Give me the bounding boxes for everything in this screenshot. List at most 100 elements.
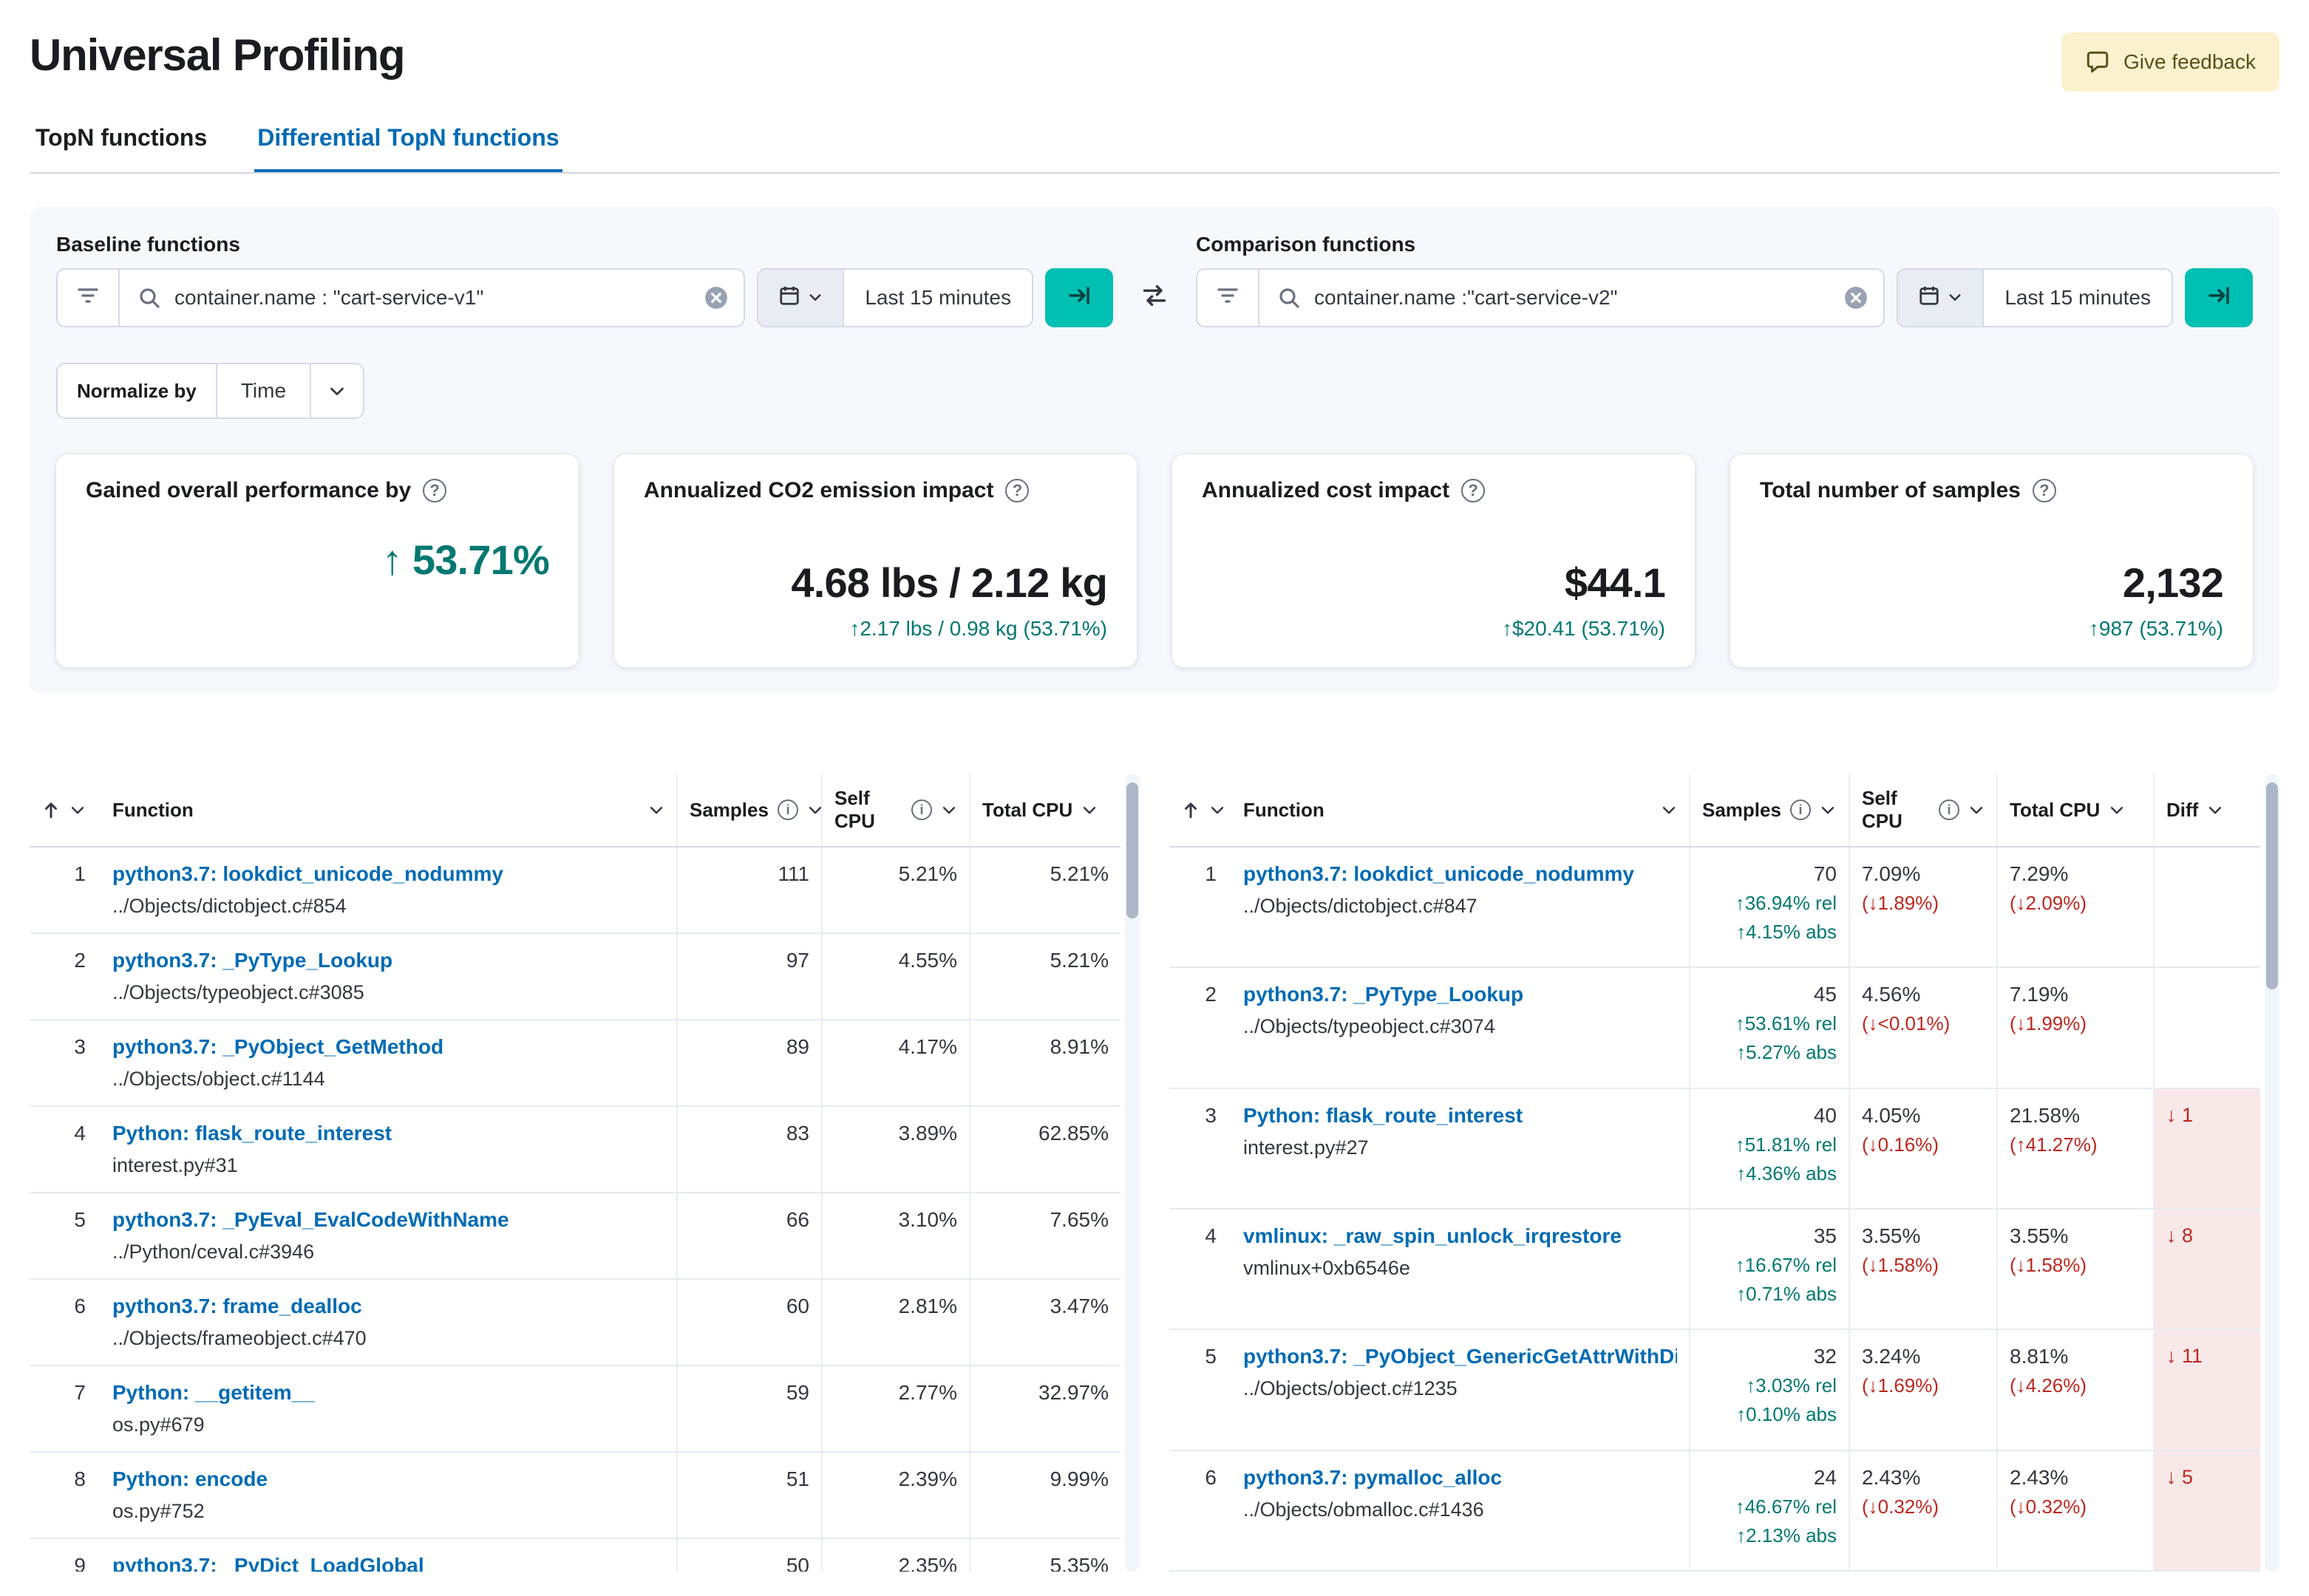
comparison-table-row: 5 python3.7: _PyObject_GenericGetAttrWit…: [1169, 1329, 2260, 1451]
total-cpu-cell: 3.55% (↓1.58%): [1996, 1208, 2154, 1331]
diff-cell: ↓ 8: [2153, 1208, 2260, 1331]
function-link[interactable]: python3.7: pymalloc_alloc: [1243, 1466, 1677, 1490]
function-cell: Python: flask_route_interest interest.py…: [101, 1106, 677, 1193]
row-rank: 2: [30, 933, 101, 1020]
total-cpu-value: 3.55%: [2010, 1224, 2069, 1247]
function-link[interactable]: python3.7: _PyEval_EvalCodeWithName: [112, 1208, 664, 1232]
function-header-label: Function: [1243, 798, 1324, 821]
comparison-table-scrollbar[interactable]: [2265, 774, 2279, 1572]
total-cpu-cell: 21.58% (↑41.27%): [1996, 1088, 2154, 1210]
function-column-header[interactable]: Function: [1231, 774, 1690, 848]
function-link[interactable]: python3.7: _PyObject_GenericGetAttrWithD…: [1243, 1345, 1677, 1368]
function-link[interactable]: Python: __getitem__: [112, 1381, 664, 1405]
info-icon[interactable]: [777, 799, 798, 820]
baseline-header-row: Function Samples Self CPU Total CPU: [30, 774, 1121, 848]
scrollbar-thumb[interactable]: [2266, 782, 2278, 989]
function-link[interactable]: Python: encode: [112, 1467, 664, 1491]
card-title-row: Gained overall performance by: [86, 478, 549, 503]
chevron-down-icon: [1948, 287, 1962, 310]
rank-sort-header[interactable]: [30, 774, 101, 848]
baseline-table-row: 9 python3.7: _PyDict_LoadGlobal 50 2.35%…: [30, 1538, 1121, 1572]
function-link[interactable]: Python: flask_route_interest: [112, 1122, 664, 1145]
samples-header-label: Samples: [1702, 798, 1781, 821]
samples-column-header[interactable]: Samples: [1689, 774, 1849, 848]
comparison-time-range[interactable]: Last 15 minutes: [1984, 270, 2172, 326]
function-link[interactable]: python3.7: lookdict_unicode_nodummy: [112, 862, 664, 886]
total-cpu-delta: (↓0.32%): [2010, 1495, 2087, 1518]
comparison-date-picker-button[interactable]: [1898, 270, 1985, 326]
summary-card: Total number of samples 2,132 ↑987 (53.7…: [1730, 454, 2253, 667]
view-tabs: TopN functions Differential TopN functio…: [30, 98, 2279, 174]
function-link[interactable]: python3.7: lookdict_unicode_nodummy: [1243, 862, 1677, 886]
scrollbar-thumb[interactable]: [1126, 782, 1138, 918]
function-link[interactable]: vmlinux: _raw_spin_unlock_irqrestore: [1243, 1224, 1677, 1248]
baseline-query-input[interactable]: [174, 286, 691, 310]
function-cell: python3.7: pymalloc_alloc ../Objects/obm…: [1231, 1450, 1690, 1572]
baseline-apply-button[interactable]: [1045, 268, 1113, 327]
function-link[interactable]: python3.7: _PyType_Lookup: [112, 949, 664, 972]
comparison-clear-icon[interactable]: [1843, 285, 1868, 310]
function-link[interactable]: python3.7: _PyDict_LoadGlobal: [112, 1554, 664, 1572]
row-rank: 9: [30, 1538, 101, 1572]
calendar-icon: [1918, 284, 1940, 312]
help-icon[interactable]: [1005, 479, 1030, 502]
function-link[interactable]: python3.7: frame_dealloc: [112, 1295, 664, 1318]
help-icon[interactable]: [423, 479, 447, 502]
self-cpu-cell: 5.21%: [821, 847, 970, 934]
page-header: Universal Profiling Give feedback: [30, 0, 2279, 98]
normalize-by-value[interactable]: Time: [217, 364, 310, 417]
tab-differential-topn-functions[interactable]: Differential TopN functions: [254, 115, 562, 172]
row-rank: 2: [1169, 967, 1231, 1089]
baseline-label: Baseline functions: [56, 233, 240, 256]
help-icon[interactable]: [1461, 479, 1486, 502]
chevron-down-icon: [648, 802, 664, 818]
function-link[interactable]: python3.7: _PyObject_GetMethod: [112, 1035, 664, 1059]
samples-delta-abs: ↑2.13% abs: [1736, 1524, 1837, 1546]
samples-delta-abs: ↑4.36% abs: [1736, 1162, 1837, 1184]
comparison-query-input[interactable]: [1314, 286, 1831, 310]
baseline-add-filter-button[interactable]: [56, 268, 118, 327]
total-cpu-delta: (↓2.09%): [2010, 892, 2087, 914]
total-cpu-column-header[interactable]: Total CPU: [969, 774, 1121, 848]
comparison-table-row: 6 python3.7: pymalloc_alloc ../Objects/o…: [1169, 1450, 2260, 1572]
samples-cell: 50: [676, 1538, 822, 1572]
function-link[interactable]: Python: flask_route_interest: [1243, 1104, 1677, 1128]
baseline-date-picker-button[interactable]: [758, 270, 845, 326]
search-icon: [137, 286, 161, 310]
total-cpu-delta: (↑41.27%): [2010, 1133, 2098, 1156]
comparison-apply-button[interactable]: [2185, 268, 2253, 327]
give-feedback-button[interactable]: Give feedback: [2061, 33, 2279, 92]
function-source: interest.py#27: [1243, 1136, 1369, 1159]
swap-queries-button[interactable]: [1122, 268, 1187, 327]
diff-column-header[interactable]: Diff: [2153, 774, 2260, 848]
row-rank: 6: [1169, 1450, 1231, 1572]
function-source: ../Objects/dictobject.c#847: [1243, 895, 1477, 917]
samples-cell: 60: [676, 1279, 822, 1366]
tab-topn-functions[interactable]: TopN functions: [33, 115, 210, 172]
samples-cell: 45 ↑53.61% rel ↑5.27% abs: [1689, 967, 1849, 1089]
function-column-header[interactable]: Function: [101, 774, 677, 848]
info-icon[interactable]: [1939, 799, 1959, 820]
normalize-by-dropdown[interactable]: [310, 364, 363, 417]
self-cpu-column-header[interactable]: Self CPU: [1849, 774, 1997, 848]
baseline-table-row: 1 python3.7: lookdict_unicode_nodummy ..…: [30, 847, 1121, 934]
total-cpu-cell: 32.97%: [969, 1365, 1121, 1453]
info-icon[interactable]: [911, 799, 932, 820]
samples-cell: 59: [676, 1365, 822, 1453]
rank-sort-header[interactable]: [1169, 774, 1231, 848]
help-icon[interactable]: [2032, 479, 2056, 502]
row-rank: 8: [30, 1452, 101, 1539]
total-cpu-column-header[interactable]: Total CPU: [1996, 774, 2154, 848]
row-rank: 3: [30, 1020, 101, 1107]
info-icon[interactable]: [1789, 799, 1811, 820]
baseline-table-row: 2 python3.7: _PyType_Lookup ../Objects/t…: [30, 933, 1121, 1020]
function-link[interactable]: python3.7: _PyType_Lookup: [1243, 983, 1677, 1006]
comparison-add-filter-button[interactable]: [1196, 268, 1258, 327]
baseline-table-scrollbar[interactable]: [1125, 774, 1140, 1572]
self-cpu-column-header[interactable]: Self CPU: [821, 774, 970, 848]
page-content: Universal Profiling Give feedback TopN f…: [0, 0, 2309, 1572]
samples-column-header[interactable]: Samples: [676, 774, 822, 848]
baseline-time-range[interactable]: Last 15 minutes: [844, 270, 1032, 326]
baseline-clear-icon[interactable]: [704, 285, 729, 310]
card-delta: ↑$20.41 (53.71%): [1501, 617, 1665, 640]
